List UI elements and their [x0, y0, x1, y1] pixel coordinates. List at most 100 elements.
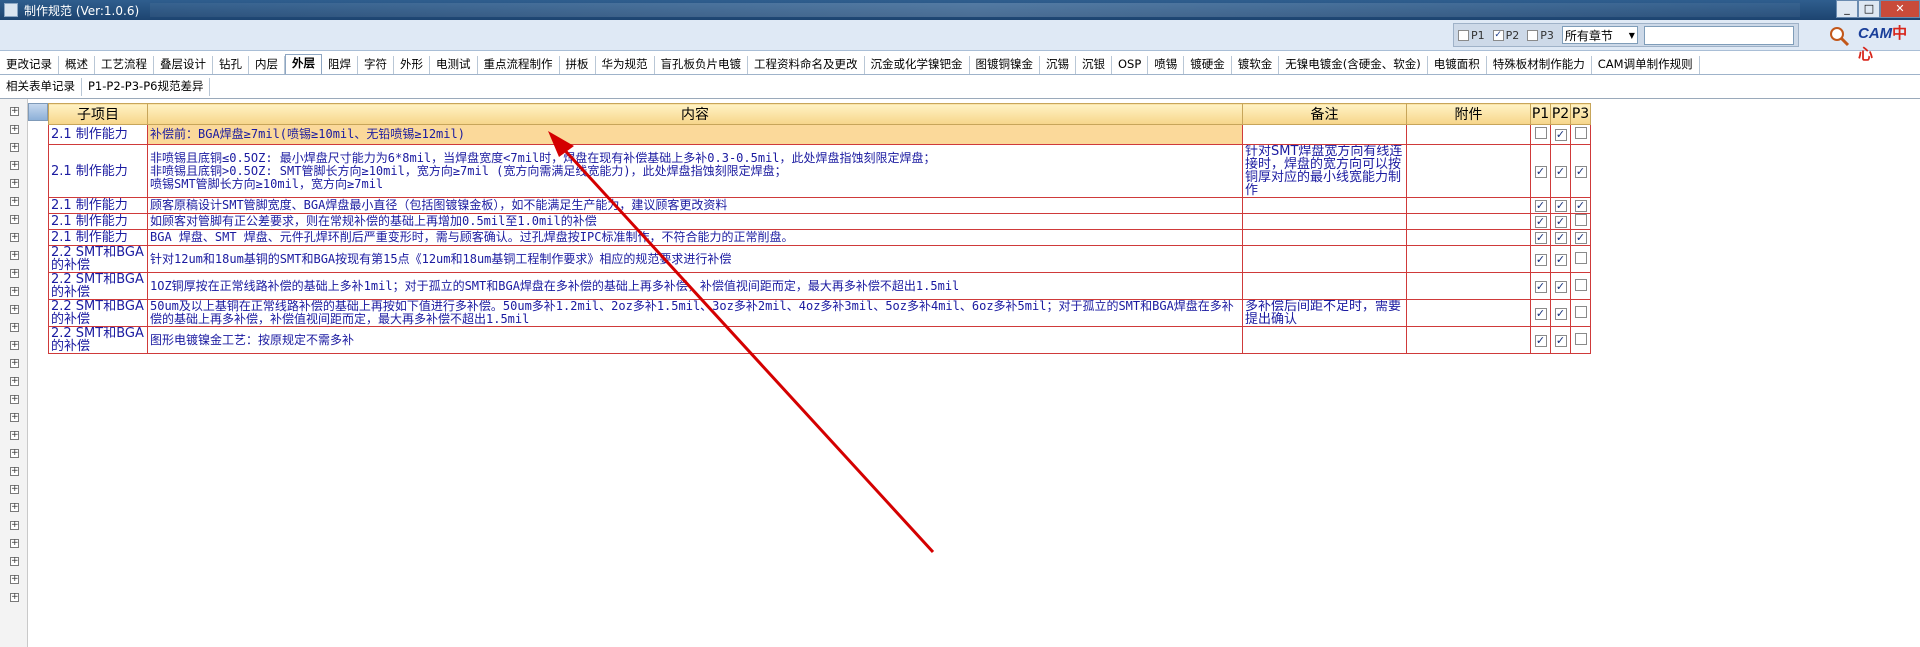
- p3-checkbox[interactable]: [1574, 127, 1587, 139]
- cell-p2[interactable]: ✓: [1550, 124, 1571, 145]
- row-expand-toggle[interactable]: +: [10, 179, 19, 188]
- row-expand-toggle[interactable]: +: [10, 521, 19, 530]
- cell-attachment[interactable]: [1406, 245, 1531, 273]
- p3-checkbox[interactable]: [1574, 305, 1587, 318]
- col-header-attachment[interactable]: 附件: [1406, 103, 1531, 125]
- col-header-content[interactable]: 内容: [147, 103, 1243, 125]
- row-expand-toggle[interactable]: +: [10, 431, 19, 440]
- p2-checkbox[interactable]: ✓: [1554, 307, 1567, 320]
- table-row[interactable]: 2.2 SMT和BGA的补偿 1OZ铜厚按在正常线路补偿的基础上多补1mil；对于…: [48, 272, 1591, 300]
- cell-p3[interactable]: ✓: [1570, 229, 1591, 246]
- row-expand-toggle[interactable]: +: [10, 377, 19, 386]
- cell-p1[interactable]: ✓: [1530, 272, 1551, 300]
- tab-13[interactable]: 华为规范: [596, 56, 655, 74]
- cell-note[interactable]: [1242, 245, 1407, 273]
- search-input[interactable]: [1643, 25, 1794, 45]
- row-expand-toggle[interactable]: +: [10, 557, 19, 566]
- p1-checkbox[interactable]: [1534, 127, 1547, 139]
- cell-attachment[interactable]: [1406, 197, 1531, 214]
- row-expand-toggle[interactable]: +: [10, 125, 19, 134]
- maximize-button[interactable]: □: [1858, 0, 1880, 18]
- row-expand-toggle[interactable]: +: [10, 395, 19, 404]
- cell-p1[interactable]: ✓: [1530, 245, 1551, 273]
- p3-checkbox[interactable]: ✓: [1574, 165, 1587, 178]
- p2-checkbox[interactable]: ✓: [1554, 253, 1567, 266]
- cell-p1[interactable]: ✓: [1530, 229, 1551, 246]
- row-expand-toggle[interactable]: +: [10, 143, 19, 152]
- cell-p1[interactable]: ✓: [1530, 213, 1551, 230]
- p2-checkbox[interactable]: ✓: [1554, 334, 1567, 347]
- p2-filter-checkbox[interactable]: ✓: [1492, 29, 1504, 41]
- cell-p3[interactable]: ✓: [1570, 144, 1591, 198]
- tab-25[interactable]: 电镀面积: [1428, 56, 1487, 74]
- cell-content[interactable]: 图形电镀镍金工艺：按原规定不需多补: [147, 326, 1243, 354]
- cell-attachment[interactable]: [1406, 229, 1531, 246]
- row-expand-toggle[interactable]: +: [10, 467, 19, 476]
- select-all-corner[interactable]: [28, 103, 48, 121]
- tab-7[interactable]: 阻焊: [322, 56, 358, 74]
- minimize-button[interactable]: _: [1836, 0, 1858, 18]
- row-expand-toggle[interactable]: +: [10, 575, 19, 584]
- tab-21[interactable]: 喷锡: [1148, 56, 1185, 74]
- cell-note[interactable]: [1242, 213, 1407, 230]
- cell-content[interactable]: 顾客原稿设计SMT管脚宽度、BGA焊盘最小直径（包括图镀镍金板），如不能满足生产…: [147, 197, 1243, 214]
- row-expand-toggle[interactable]: +: [10, 323, 19, 332]
- row-expand-toggle[interactable]: +: [10, 107, 19, 116]
- cell-note[interactable]: [1242, 229, 1407, 246]
- row-expand-toggle[interactable]: +: [10, 359, 19, 368]
- table-row[interactable]: 2.2 SMT和BGA的补偿 50um及以上基铜在正常线路补偿的基础上再按如下值进…: [48, 299, 1591, 327]
- tab-24[interactable]: 无镍电镀金(含硬金、软金): [1279, 56, 1428, 74]
- tab-10[interactable]: 电测试: [430, 56, 478, 74]
- row-expand-toggle[interactable]: +: [10, 539, 19, 548]
- p3-checkbox[interactable]: [1574, 214, 1587, 226]
- p2-checkbox[interactable]: ✓: [1554, 129, 1567, 141]
- cell-p3[interactable]: [1570, 272, 1591, 300]
- row-expand-toggle[interactable]: +: [10, 449, 19, 458]
- chapter-select[interactable]: 所有章节 ▼: [1561, 26, 1638, 44]
- cell-p3[interactable]: [1570, 326, 1591, 354]
- p3-checkbox[interactable]: ✓: [1574, 200, 1587, 212]
- cell-subitem[interactable]: 2.2 SMT和BGA的补偿: [48, 326, 148, 354]
- p3-checkbox[interactable]: ✓: [1574, 232, 1587, 244]
- tab-27[interactable]: CAM调单制作规则: [1592, 56, 1700, 74]
- cell-subitem[interactable]: 2.1 制作能力: [48, 197, 148, 214]
- cell-p1[interactable]: ✓: [1530, 144, 1551, 198]
- row-expand-toggle[interactable]: +: [10, 251, 19, 260]
- tab-3[interactable]: 叠层设计: [154, 56, 213, 74]
- row-expand-toggle[interactable]: +: [10, 233, 19, 242]
- cell-note[interactable]: [1242, 326, 1407, 354]
- row-expand-toggle[interactable]: +: [10, 503, 19, 512]
- cell-subitem[interactable]: 2.1 制作能力: [48, 229, 148, 246]
- tab-6[interactable]: 外层: [285, 54, 322, 74]
- cell-note[interactable]: 针对SMT焊盘宽方向有线连接时，焊盘的宽方向可以按铜厚对应的最小线宽能力制作: [1242, 144, 1407, 198]
- cell-note[interactable]: [1242, 124, 1407, 145]
- cell-p1[interactable]: ✓: [1530, 326, 1551, 354]
- row-expand-toggle[interactable]: +: [10, 215, 19, 224]
- cell-p3[interactable]: [1570, 299, 1591, 327]
- tab-2[interactable]: 工艺流程: [95, 56, 154, 74]
- cell-p2[interactable]: ✓: [1550, 272, 1571, 300]
- cell-content[interactable]: 1OZ铜厚按在正常线路补偿的基础上多补1mil；对于孤立的SMT和BGA焊盘在多…: [147, 272, 1243, 300]
- p1-checkbox[interactable]: ✓: [1534, 216, 1547, 228]
- p1-checkbox[interactable]: ✓: [1534, 334, 1547, 347]
- cell-p1[interactable]: ✓: [1530, 197, 1551, 214]
- cell-p3[interactable]: [1570, 213, 1591, 230]
- table-row[interactable]: 2.1 制作能力 顾客原稿设计SMT管脚宽度、BGA焊盘最小直径（包括图镀镍金板）…: [48, 197, 1591, 214]
- p1-checkbox[interactable]: ✓: [1534, 165, 1547, 178]
- row-expand-toggle[interactable]: +: [10, 287, 19, 296]
- table-row[interactable]: 2.2 SMT和BGA的补偿 图形电镀镍金工艺：按原规定不需多补 ✓ ✓: [48, 326, 1591, 354]
- cell-attachment[interactable]: [1406, 144, 1531, 198]
- p2-checkbox[interactable]: ✓: [1554, 232, 1567, 244]
- cell-subitem[interactable]: 2.2 SMT和BGA的补偿: [48, 245, 148, 273]
- p1-checkbox[interactable]: ✓: [1534, 307, 1547, 320]
- p1-checkbox[interactable]: ✓: [1534, 232, 1547, 244]
- cell-content[interactable]: 如顾客对管脚有正公差要求，则在常规补偿的基础上再增加0.5mil至1.0mil的…: [147, 213, 1243, 230]
- cell-content[interactable]: 针对12um和18um基铜的SMT和BGA按现有第15点《12um和18um基铜…: [147, 245, 1243, 273]
- p2-checkbox[interactable]: ✓: [1554, 200, 1567, 212]
- cell-p2[interactable]: ✓: [1550, 197, 1571, 214]
- tab-5[interactable]: 内层: [249, 56, 285, 74]
- p2-checkbox[interactable]: ✓: [1554, 216, 1567, 228]
- cell-p1[interactable]: ✓: [1530, 299, 1551, 327]
- table-row[interactable]: 2.1 制作能力 非喷锡且底铜≤0.5OZ: 最小焊盘尺寸能力为6*8mil，当焊…: [48, 144, 1591, 198]
- cell-p3[interactable]: [1570, 124, 1591, 145]
